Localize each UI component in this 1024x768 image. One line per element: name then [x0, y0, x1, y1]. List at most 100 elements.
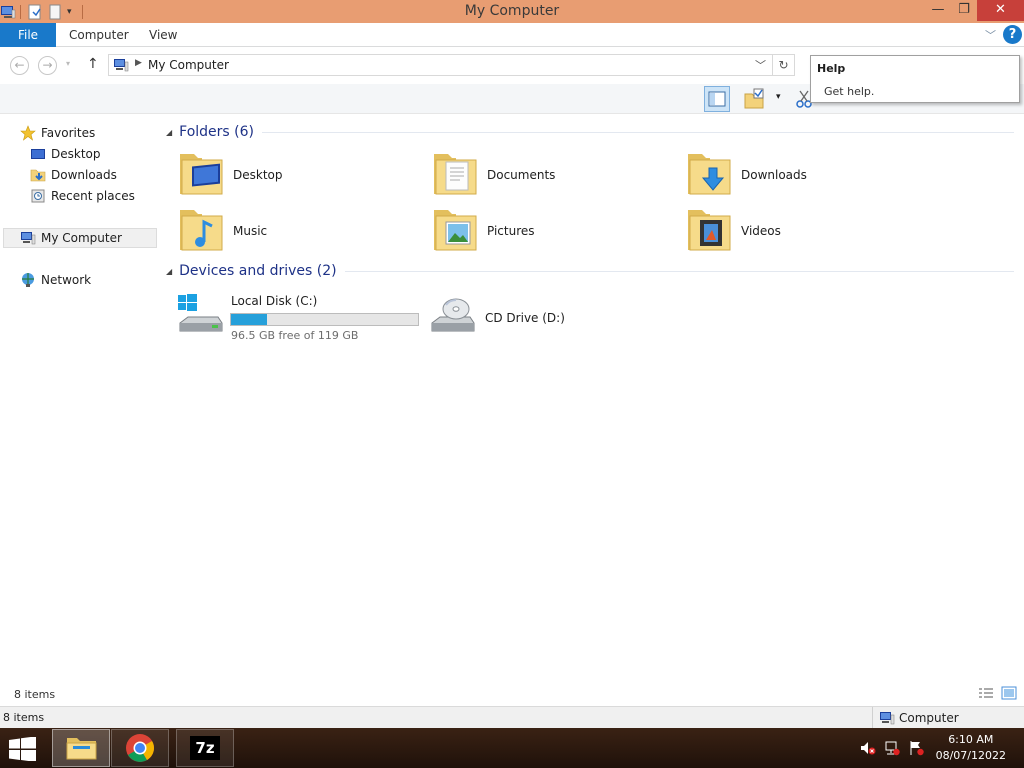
- group-title: Devices and drives (2): [179, 263, 337, 279]
- address-path[interactable]: My Computer: [148, 58, 229, 72]
- sidebar-item-label: Network: [41, 273, 92, 287]
- downloads-icon: [30, 169, 46, 182]
- large-icons-view-icon[interactable]: [1001, 686, 1017, 700]
- drive-free-space: 96.5 GB free of 119 GB: [231, 329, 359, 342]
- tab-computer[interactable]: Computer: [69, 23, 129, 47]
- collapse-triangle-icon[interactable]: ◢: [166, 267, 172, 276]
- sidebar-item-desktop[interactable]: Desktop: [30, 144, 101, 164]
- folder-label: Pictures: [487, 224, 535, 238]
- recent-locations-dropdown-icon[interactable]: ▾: [66, 59, 70, 68]
- item-count: 8 items: [14, 688, 56, 701]
- sidebar-item-network[interactable]: Network: [20, 270, 91, 290]
- location-label: Computer: [899, 711, 959, 725]
- tooltip-body: Get help.: [824, 85, 875, 98]
- taskbar-file-explorer[interactable]: [52, 729, 110, 767]
- sidebar-item-label: Recent places: [51, 189, 135, 203]
- folder-tile-pictures[interactable]: Pictures: [432, 206, 672, 260]
- clock-time: 6:10 AM: [948, 733, 994, 746]
- breadcrumb-chevron-icon[interactable]: ▶: [135, 58, 142, 68]
- title-bar: ▾ My Computer — ❐ ✕: [0, 0, 1024, 23]
- drive-tile-d[interactable]: CD Drive (D:): [430, 293, 670, 347]
- computer-icon: [114, 59, 129, 72]
- maximize-button[interactable]: ❐: [951, 0, 977, 21]
- folder-checkbox-icon: [744, 88, 764, 109]
- preview-pane-button[interactable]: [704, 86, 730, 112]
- pane-layout-icon: [708, 91, 726, 107]
- music-folder-icon: [180, 210, 223, 251]
- recent-places-icon: [31, 189, 45, 203]
- help-tooltip: Help Get help.: [810, 55, 1020, 103]
- window-status-bar: 8 items Computer: [0, 706, 1024, 729]
- folder-label: Downloads: [741, 168, 807, 182]
- minimize-button[interactable]: —: [925, 0, 951, 21]
- desktop-icon: [31, 149, 45, 159]
- sidebar-item-label: Desktop: [51, 147, 101, 161]
- close-button[interactable]: ✕: [977, 0, 1024, 21]
- checkbox-folder-button[interactable]: [742, 86, 768, 112]
- folder-label: Music: [233, 224, 268, 238]
- volume-muted-icon[interactable]: [860, 740, 876, 756]
- divider: [262, 131, 1014, 133]
- desktop-folder-icon: [180, 154, 223, 195]
- tooltip-title: Help: [817, 62, 846, 75]
- navigation-pane: Favorites Desktop Downloads Recent place…: [0, 114, 158, 684]
- windows-start-icon[interactable]: [8, 737, 38, 761]
- folder-tile-downloads[interactable]: Downloads: [686, 150, 926, 204]
- folder-tile-music[interactable]: Music: [178, 206, 418, 260]
- status-bar: 8 items: [0, 684, 1024, 706]
- forward-button[interactable]: →: [38, 56, 57, 75]
- up-button[interactable]: ↑: [87, 56, 99, 72]
- drive-usage-bar: [230, 313, 419, 326]
- tab-file[interactable]: File: [0, 23, 56, 47]
- drive-label: CD Drive (D:): [485, 311, 565, 325]
- help-button[interactable]: ?: [1003, 25, 1022, 44]
- folders-group-header[interactable]: ◢ Folders (6): [166, 121, 1014, 143]
- details-view-icon[interactable]: [978, 687, 994, 701]
- folder-tile-videos[interactable]: Videos: [686, 206, 926, 260]
- address-dropdown-icon[interactable]: ﹀: [755, 57, 766, 73]
- taskbar-7zip[interactable]: 7z: [176, 729, 234, 767]
- sidebar-item-downloads[interactable]: Downloads: [30, 165, 117, 185]
- refresh-button[interactable]: ↻: [773, 54, 795, 76]
- folder-tile-documents[interactable]: Documents: [432, 150, 672, 204]
- chrome-icon: [126, 734, 154, 762]
- system-clock[interactable]: 6:10 AM 08/07/12022: [936, 732, 1006, 764]
- cd-drive-icon: [431, 298, 475, 332]
- taskbar: 7z 6:10 AM 08/07/12022: [0, 728, 1024, 768]
- sidebar-item-label: Downloads: [51, 168, 117, 182]
- clock-date: 08/07/12022: [935, 749, 1006, 762]
- devices-group-header[interactable]: ◢ Devices and drives (2): [166, 260, 1014, 282]
- back-button[interactable]: ←: [10, 56, 29, 75]
- taskbar-chrome[interactable]: [111, 729, 169, 767]
- group-title: Folders (6): [179, 124, 254, 140]
- toolbar-dropdown-icon[interactable]: ▾: [776, 92, 781, 102]
- videos-folder-icon: [688, 210, 731, 251]
- documents-folder-icon: [434, 154, 477, 195]
- sidebar-item-recent-places[interactable]: Recent places: [30, 186, 135, 206]
- downloads-folder-icon: [688, 154, 731, 195]
- sidebar-item-my-computer[interactable]: My Computer: [3, 228, 157, 248]
- network-status-icon[interactable]: [884, 740, 900, 756]
- windows-drive-icon: [178, 294, 223, 332]
- tab-view[interactable]: View: [149, 23, 177, 47]
- star-icon: [20, 125, 36, 141]
- drive-label: Local Disk (C:): [231, 294, 318, 308]
- folder-label: Videos: [741, 224, 781, 238]
- sidebar-item-favorites[interactable]: Favorites: [20, 123, 95, 143]
- sidebar-item-label: Favorites: [41, 126, 96, 140]
- action-center-flag-icon[interactable]: [908, 740, 924, 756]
- divider: [344, 270, 1014, 272]
- address-bar[interactable]: ▶ My Computer ﹀: [108, 54, 773, 76]
- drive-tile-c[interactable]: Local Disk (C:) 96.5 GB free of 119 GB: [176, 293, 438, 347]
- network-icon: [22, 273, 34, 287]
- folder-label: Documents: [487, 168, 556, 182]
- collapse-triangle-icon[interactable]: ◢: [166, 128, 172, 137]
- content-pane: ◢ Folders (6) Desktop Documents Download…: [158, 114, 1024, 684]
- ribbon-tabs: File Computer View ﹀ ?: [0, 23, 1024, 47]
- item-count: 8 items: [3, 711, 45, 724]
- folder-tile-desktop[interactable]: Desktop: [178, 150, 418, 204]
- folder-label: Desktop: [233, 168, 283, 182]
- expand-ribbon-chevron-icon[interactable]: ﹀: [985, 27, 996, 43]
- computer-icon: [21, 232, 36, 245]
- computer-icon: [880, 712, 895, 725]
